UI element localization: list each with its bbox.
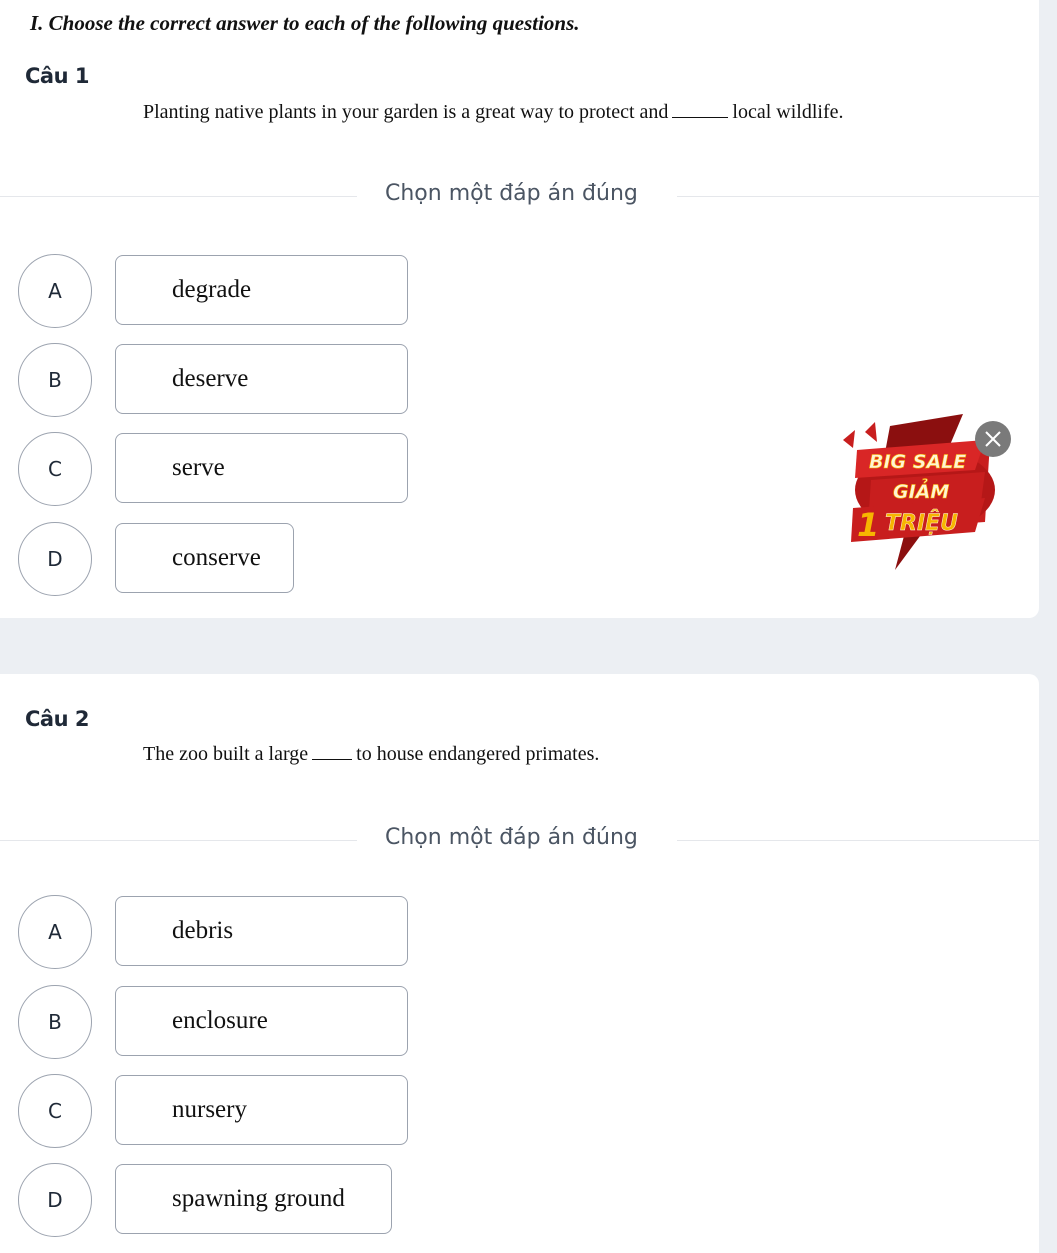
promo-line3-text: TRIỆU (885, 509, 958, 536)
option-text[interactable]: nursery (115, 1075, 408, 1145)
option-text[interactable]: debris (115, 896, 408, 966)
answer-divider: Chọn một đáp án đúng (0, 181, 1039, 206)
option-letter[interactable]: A (18, 895, 92, 969)
option-text[interactable]: deserve (115, 344, 408, 414)
option-b[interactable]: B enclosure (18, 985, 418, 1059)
question-text: The zoo built a large to house endangered… (143, 743, 599, 766)
question-card-2: Câu 2 The zoo built a large to house enda… (0, 674, 1039, 1253)
option-letter[interactable]: C (18, 432, 92, 506)
answer-blank (672, 102, 729, 118)
divider-line (0, 196, 357, 197)
question-label: Câu 1 (25, 64, 89, 88)
divider-line (0, 840, 357, 841)
option-text[interactable]: conserve (115, 523, 294, 593)
option-a[interactable]: A degrade (18, 254, 418, 328)
option-a[interactable]: A debris (18, 895, 418, 969)
option-letter[interactable]: B (18, 985, 92, 1059)
option-letter[interactable]: B (18, 343, 92, 417)
question-label: Câu 2 (25, 707, 89, 731)
option-letter[interactable]: D (18, 1163, 92, 1237)
question-text-after: local wildlife. (732, 101, 844, 123)
question-text-after: to house endangered primates. (356, 743, 600, 765)
option-text[interactable]: serve (115, 433, 408, 503)
question-text-before: The zoo built a large (143, 743, 309, 765)
option-letter[interactable]: D (18, 522, 92, 596)
question-text: Planting native plants in your garden is… (143, 101, 844, 124)
option-text[interactable]: enclosure (115, 986, 408, 1056)
answer-divider: Chọn một đáp án đúng (0, 825, 1039, 850)
close-x-glyph (985, 431, 1001, 447)
divider-label: Chọn một đáp án đúng (385, 825, 638, 850)
option-letter[interactable]: C (18, 1074, 92, 1148)
scrollbar-track[interactable] (1039, 0, 1057, 1253)
divider-label: Chọn một đáp án đúng (385, 181, 638, 206)
option-c[interactable]: C serve (18, 432, 418, 506)
promo-line2: GIẢM (893, 478, 949, 503)
option-b[interactable]: B deserve (18, 343, 418, 417)
close-icon[interactable] (975, 421, 1011, 457)
divider-line (677, 840, 1039, 841)
question-text-before: Planting native plants in your garden is… (143, 101, 669, 123)
option-text[interactable]: spawning ground (115, 1164, 392, 1234)
section-title: I. Choose the correct answer to each of … (30, 11, 580, 35)
option-letter[interactable]: A (18, 254, 92, 328)
promo-line1: BIG SALE (869, 451, 966, 473)
option-d[interactable]: D spawning ground (18, 1163, 418, 1237)
option-text[interactable]: degrade (115, 255, 408, 325)
answer-blank (312, 744, 353, 760)
option-c[interactable]: C nursery (18, 1074, 418, 1148)
promo-line3-number: 1 (857, 506, 879, 544)
option-d[interactable]: D conserve (18, 522, 418, 596)
divider-line (677, 196, 1039, 197)
